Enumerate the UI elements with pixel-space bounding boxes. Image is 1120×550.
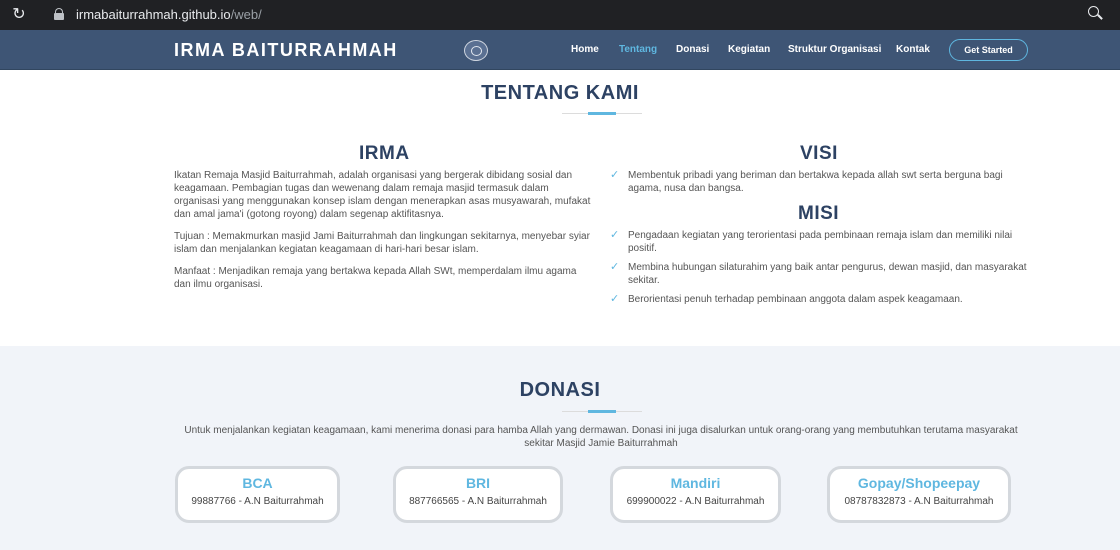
misi-item: ✓ Pengadaan kegiatan yang terorientasi p… (610, 229, 1030, 255)
bank-account: 887766565 - A.N Baiturrahmah (409, 496, 547, 507)
browser-toolbar: ↻ irmabaiturrahmah.github.io/web/ (0, 0, 1120, 30)
nav-struktur-organisasi[interactable]: Struktur Organisasi (788, 44, 881, 55)
bank-card-mandiri: Mandiri 699900022 - A.N Baiturrahmah (610, 466, 781, 523)
zoom-icon[interactable] (1088, 6, 1104, 22)
url-path: /web/ (230, 7, 262, 22)
about-title-accent (588, 112, 616, 115)
check-icon: ✓ (610, 169, 620, 181)
bank-name: Mandiri (670, 475, 721, 491)
nav-kontak[interactable]: Kontak (896, 44, 930, 55)
irma-manfaat-paragraph: Manfaat : Menjadikan remaja yang bertakw… (174, 266, 577, 290)
check-icon: ✓ (610, 229, 620, 241)
visi-item-text: Membentuk pribadi yang beriman dan berta… (628, 170, 1003, 194)
misi-item: ✓ Membina hubungan silaturahim yang baik… (610, 261, 1030, 287)
bank-card-bca: BCA 99887766 - A.N Baiturrahmah (175, 466, 340, 523)
nav-home[interactable]: Home (571, 44, 599, 55)
misi-heading: MISI (798, 203, 840, 224)
nav-tentang[interactable]: Tentang (619, 44, 657, 55)
check-icon: ✓ (610, 261, 620, 273)
irma-heading: IRMA (359, 143, 410, 164)
misi-item: ✓ Berorientasi penuh terhadap pembinaan … (610, 293, 1030, 307)
get-started-button[interactable]: Get Started (949, 39, 1028, 61)
irma-tujuan-paragraph: Tujuan : Memakmurkan masjid Jami Baiturr… (174, 231, 590, 255)
bank-account: 699900022 - A.N Baiturrahmah (626, 496, 765, 507)
nav-kegiatan[interactable]: Kegiatan (728, 44, 770, 55)
bank-card-gopay-shopeepay: Gopay/Shopeepay 08787832873 - A.N Baitur… (827, 466, 1011, 523)
bank-name: Gopay/Shopeepay (857, 475, 981, 491)
bank-account: 08787832873 - A.N Baiturrahmah (844, 496, 994, 507)
donasi-title: DONASI (519, 379, 601, 401)
address-bar[interactable]: irmabaiturrahmah.github.io/web/ (76, 7, 262, 23)
misi-item-text: Berorientasi penuh terhadap pembinaan an… (628, 294, 963, 305)
irma-intro-paragraph: Ikatan Remaja Masjid Baiturrahmah, adala… (174, 170, 591, 220)
bank-name: BCA (242, 475, 273, 491)
bank-card-bri: BRI 887766565 - A.N Baiturrahmah (393, 466, 563, 523)
bank-account: 99887766 - A.N Baiturrahmah (191, 496, 324, 507)
brand-logo-text[interactable]: IRMA BAITURRAHMAH (174, 40, 398, 61)
lock-icon[interactable] (54, 8, 64, 20)
nav-donasi[interactable]: Donasi (676, 44, 709, 55)
visi-item: ✓ Membentuk pribadi yang beriman dan ber… (610, 169, 1030, 195)
reload-icon[interactable]: ↻ (10, 6, 28, 24)
visi-heading: VISI (800, 143, 838, 164)
url-domain: irmabaiturrahmah.github.io (76, 7, 231, 22)
donasi-title-accent (588, 410, 616, 413)
misi-item-text: Pengadaan kegiatan yang terorientasi pad… (628, 230, 1013, 254)
mosque-emblem-icon (464, 40, 488, 61)
site-navbar: IRMA BAITURRAHMAH Home Tentang Donasi Ke… (0, 30, 1120, 70)
misi-item-text: Membina hubungan silaturahim yang baik a… (628, 262, 1027, 286)
about-title: TENTANG KAMI (481, 82, 639, 104)
bank-name: BRI (465, 475, 491, 491)
check-icon: ✓ (610, 293, 620, 305)
donasi-description: Untuk menjalankan kegiatan keagamaan, ka… (184, 425, 1018, 449)
